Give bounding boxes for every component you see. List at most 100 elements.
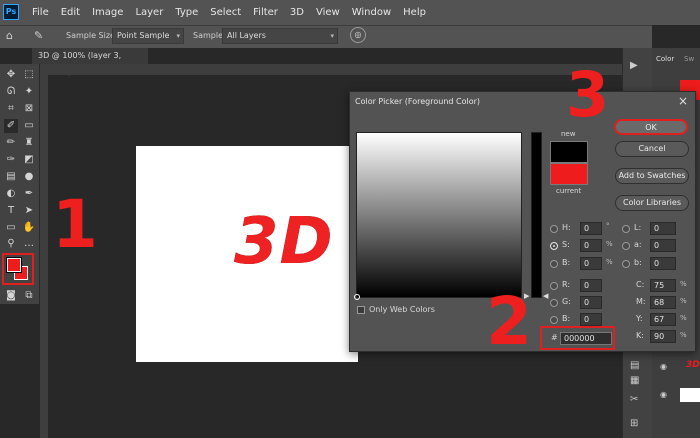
lab-l-field[interactable]: 0 — [650, 222, 676, 235]
hex-input[interactable]: 000000 — [560, 332, 612, 345]
radio-red[interactable] — [550, 282, 558, 290]
cancel-button[interactable]: Cancel — [615, 141, 689, 157]
layer-thumb-white — [680, 388, 700, 402]
rectangle-tool-icon[interactable]: ▭ — [4, 221, 18, 235]
radio-blue[interactable] — [550, 316, 558, 324]
home-icon[interactable]: ⌂ — [6, 29, 13, 42]
cyan-field[interactable]: 75 — [650, 279, 676, 292]
red-field[interactable]: 0 — [580, 279, 602, 292]
saturation-brightness-field[interactable] — [356, 132, 522, 298]
path-selection-icon[interactable]: ➤ — [22, 204, 36, 218]
new-color-swatch — [550, 141, 588, 163]
document-tab[interactable]: 3D @ 100% (layer 3, RGB/16) * — [32, 48, 148, 76]
eye-icon[interactable]: ◉ — [660, 390, 667, 399]
sample-ring-icon[interactable]: ◎ — [350, 27, 366, 43]
more-tools-icon[interactable]: … — [22, 237, 36, 251]
ok-button[interactable]: OK — [614, 119, 688, 135]
magic-wand-tool-icon[interactable]: ✦ — [22, 85, 36, 99]
new-color-label: new — [561, 130, 576, 138]
magenta-field[interactable]: 68 — [650, 296, 676, 309]
photoshop-logo-icon: Ps — [3, 4, 19, 20]
menu-view[interactable]: View — [310, 7, 346, 18]
brush-tool-icon[interactable]: ✏ — [4, 136, 18, 150]
marquee-tool-icon[interactable]: ⬚ — [22, 68, 36, 82]
tab-color[interactable]: Color — [656, 55, 674, 63]
eyedropper-tool-icon[interactable]: ✎ — [34, 29, 43, 42]
brightness-field[interactable]: 0 — [580, 257, 602, 270]
radio-brightness[interactable] — [550, 260, 558, 268]
saturation-field[interactable]: 0 — [580, 239, 602, 252]
pen-tool-icon[interactable]: ✒ — [22, 187, 36, 201]
move-tool-icon[interactable]: ✥ — [4, 68, 18, 82]
eraser-tool-icon[interactable]: ◩ — [22, 153, 36, 167]
type-tool-icon[interactable]: T — [4, 204, 18, 218]
radio-hue[interactable] — [550, 225, 558, 233]
sample-value: All Layers — [227, 31, 266, 40]
magenta-label: M: — [636, 297, 646, 306]
menu-window[interactable]: Window — [346, 7, 397, 18]
tab-swatches[interactable]: Sw — [684, 55, 694, 63]
lasso-tool-icon[interactable]: ᘏ — [4, 85, 18, 99]
sample-size-select[interactable]: Point Sample ▾ — [112, 28, 184, 44]
blur-tool-icon[interactable]: ● — [22, 170, 36, 184]
channels-icon[interactable]: ▦ — [630, 375, 639, 386]
hue-slider[interactable] — [531, 132, 542, 298]
menu-edit[interactable]: Edit — [55, 7, 86, 18]
radio-a[interactable] — [622, 242, 630, 250]
only-web-colors-label: Only Web Colors — [369, 305, 435, 314]
hue-arrow-right-icon[interactable]: ◀ — [543, 292, 548, 300]
frame-tool-icon[interactable]: ⊠ — [22, 102, 36, 116]
menu-type[interactable]: Type — [169, 7, 204, 18]
menu-3d[interactable]: 3D — [284, 7, 310, 18]
radio-green[interactable] — [550, 299, 558, 307]
gradient-tool-icon[interactable]: ▤ — [4, 170, 18, 184]
menu-items: File Edit Image Layer Type Select Filter… — [26, 0, 432, 25]
blue-field[interactable]: 0 — [580, 313, 602, 326]
screen-mode-icon[interactable]: ⧉ — [22, 289, 36, 303]
stamp-tool-icon[interactable]: ♜ — [22, 136, 36, 150]
history-brush-icon[interactable]: ✑ — [4, 153, 18, 167]
menu-filter[interactable]: Filter — [247, 7, 284, 18]
radio-lightness[interactable] — [622, 225, 630, 233]
sample-select[interactable]: All Layers ▾ — [222, 28, 338, 44]
crop-tool-icon[interactable]: ⌗ — [4, 102, 18, 116]
step-3-annotation: 3 — [566, 58, 610, 131]
lab-a-field[interactable]: 0 — [650, 239, 676, 252]
adjustments-icon[interactable]: ⊞ — [630, 418, 638, 429]
vertical-ruler — [40, 64, 48, 438]
tools-dock-icon[interactable]: ✂ — [630, 394, 638, 405]
menu-file[interactable]: File — [26, 7, 55, 18]
color-libraries-button[interactable]: Color Libraries — [615, 195, 689, 211]
yellow-field[interactable]: 67 — [650, 313, 676, 326]
hand-tool-icon[interactable]: ✋ — [22, 221, 36, 235]
sample-size-label: Sample Size: — [66, 31, 118, 40]
play-icon[interactable]: ▶ — [630, 60, 638, 71]
hue-field[interactable]: 0 — [580, 222, 602, 235]
spot-healing-icon[interactable]: ▭ — [22, 119, 36, 133]
brightness-unit: % — [606, 258, 613, 266]
hex-label: # — [551, 333, 558, 342]
add-to-swatches-button[interactable]: Add to Swatches — [615, 168, 689, 184]
color-sample-marker[interactable] — [354, 294, 360, 300]
layers-stack-icon[interactable]: ▤ — [630, 360, 639, 371]
radio-b[interactable] — [622, 260, 630, 268]
zoom-tool-icon[interactable]: ⚲ — [4, 237, 18, 251]
lab-b-field[interactable]: 0 — [650, 257, 676, 270]
radio-saturation[interactable] — [550, 242, 558, 250]
quick-mask-icon[interactable]: ◙ — [4, 289, 18, 303]
green-field[interactable]: 0 — [580, 296, 602, 309]
only-web-colors-checkbox[interactable] — [357, 306, 365, 314]
menu-help[interactable]: Help — [397, 7, 432, 18]
menu-image[interactable]: Image — [86, 7, 129, 18]
eyedropper-icon[interactable]: ✐ — [4, 119, 18, 133]
menu-layer[interactable]: Layer — [129, 7, 169, 18]
current-color-swatch[interactable] — [550, 163, 588, 185]
black-field[interactable]: 90 — [650, 330, 676, 343]
menu-select[interactable]: Select — [204, 7, 247, 18]
layer-thumb-3d: 3D — [686, 360, 700, 370]
dodge-tool-icon[interactable]: ◐ — [4, 187, 18, 201]
close-icon[interactable]: × — [678, 94, 688, 108]
foreground-color-swatch[interactable] — [7, 258, 21, 272]
canvas-text-layer: 3D — [234, 205, 334, 279]
eye-icon[interactable]: ◉ — [660, 362, 667, 371]
